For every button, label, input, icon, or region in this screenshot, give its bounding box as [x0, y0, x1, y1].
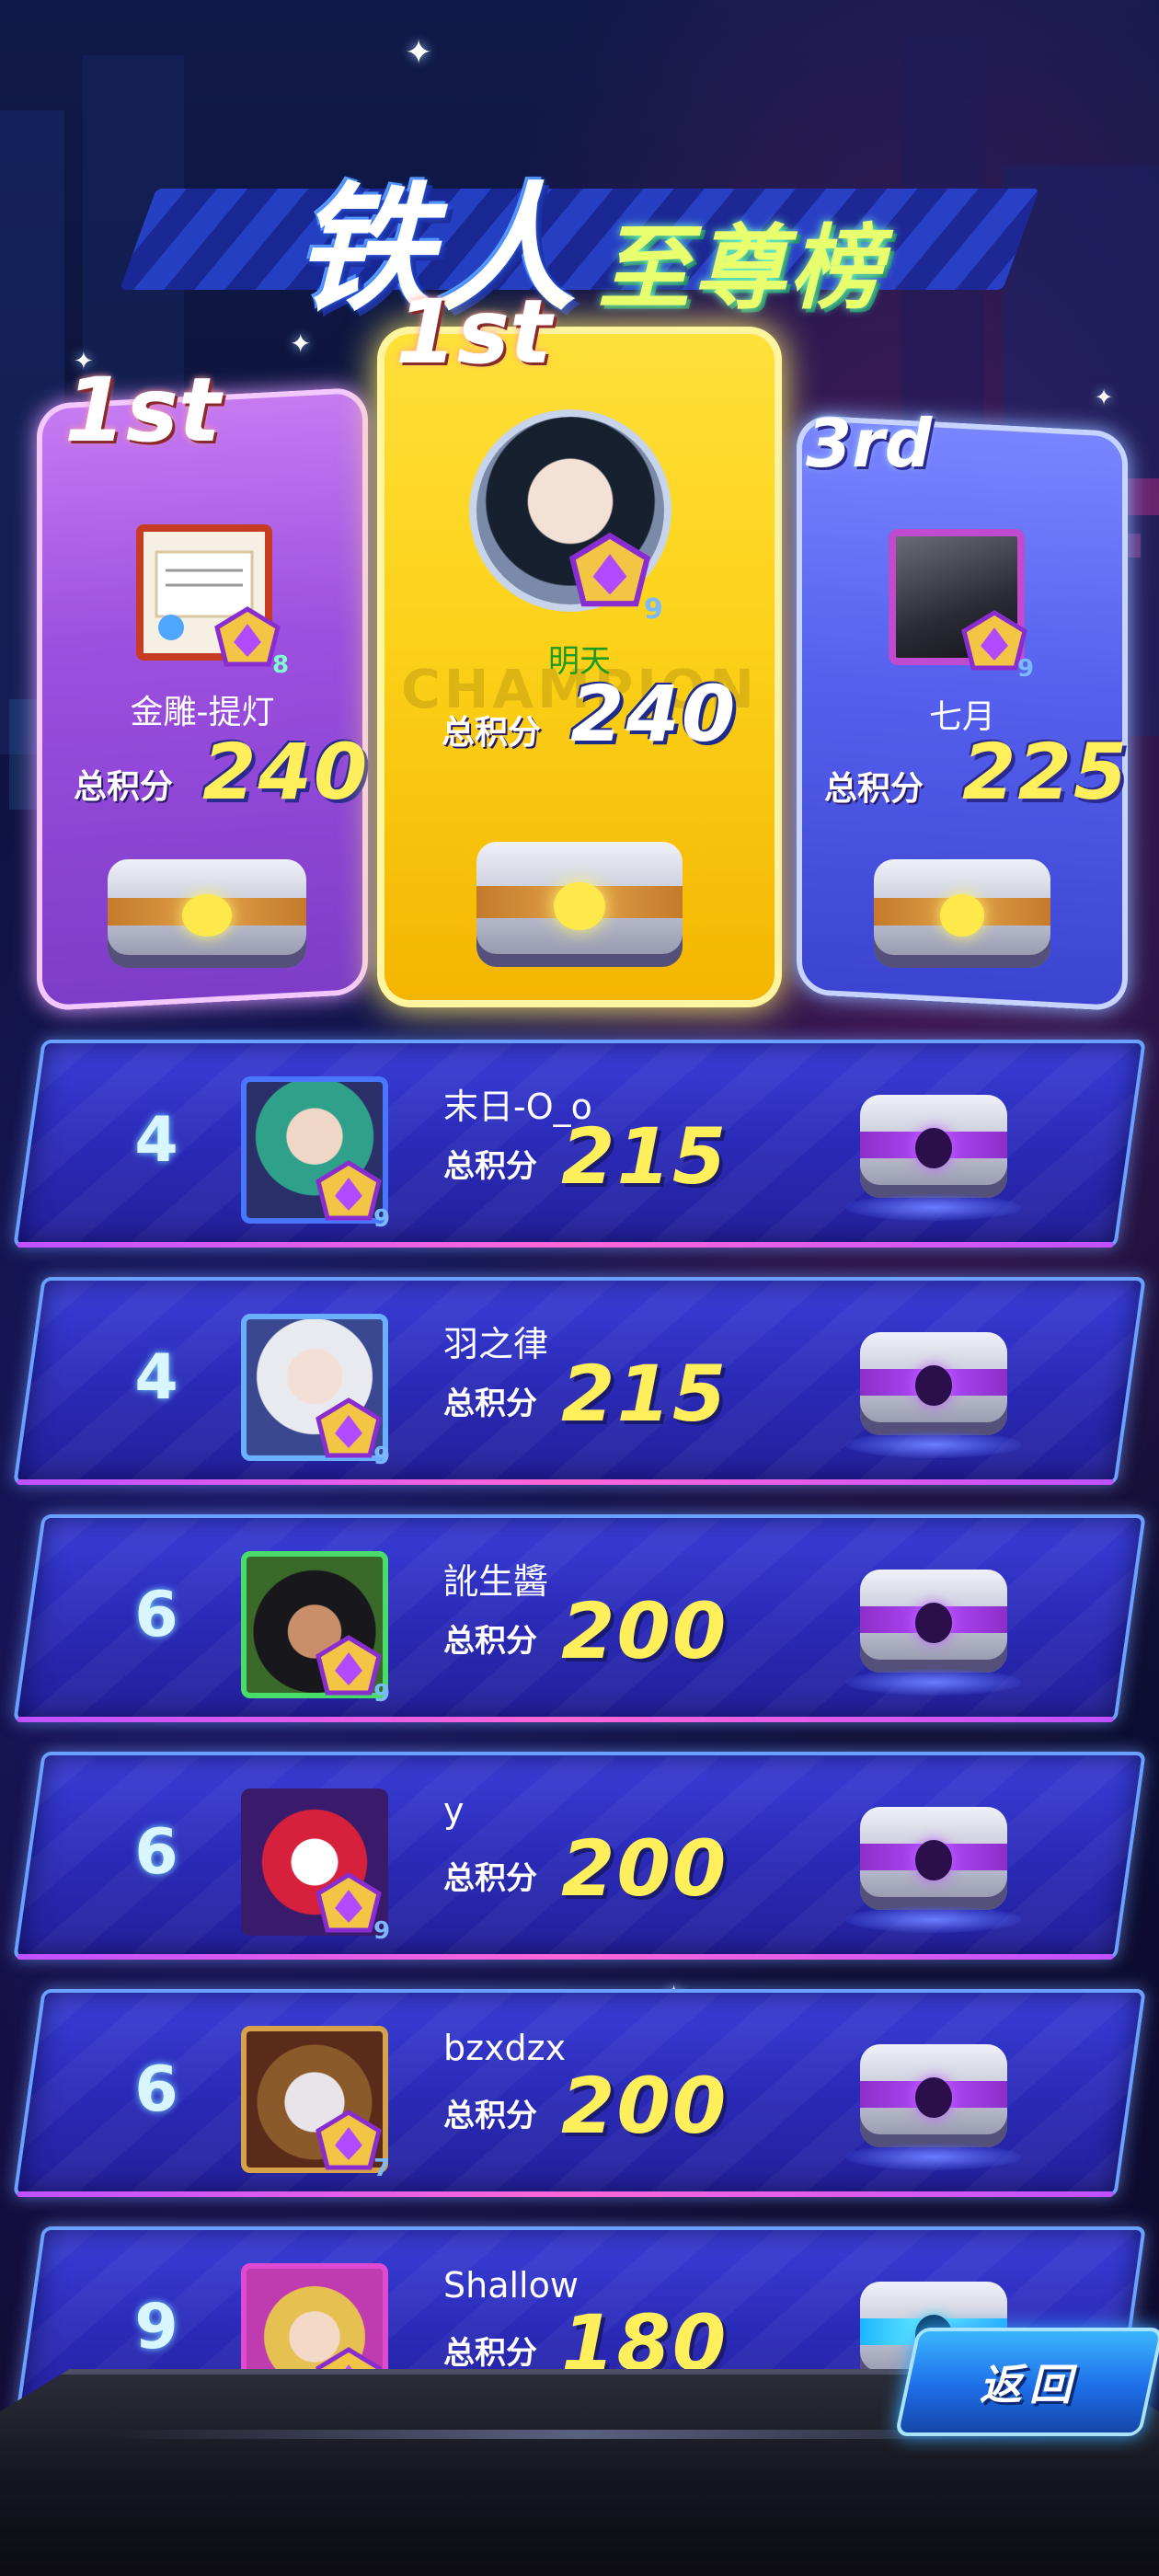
leaderboard-title: 铁人 至尊榜	[119, 138, 1040, 330]
level-number: 8	[272, 651, 290, 679]
score-label: 总积分	[824, 770, 924, 808]
rank-number: 6	[134, 1816, 178, 1889]
score-label: 总积分	[443, 2098, 537, 2134]
rank-number: 6	[134, 1579, 178, 1651]
reward-chest-icon[interactable]	[842, 1065, 1026, 1231]
level-number: 7	[373, 2155, 391, 2182]
reward-chest-icon[interactable]	[83, 828, 331, 1003]
score-label: 总积分	[443, 1148, 537, 1185]
player-name: 訛生醬	[443, 1561, 549, 1602]
title-sub-text: 至尊榜	[598, 214, 885, 322]
player-name: Shallow	[443, 2265, 579, 2306]
level-number: 9	[1017, 655, 1035, 683]
podium-card-right[interactable]: 3rd 9 七月 总积分 225	[797, 405, 1130, 1012]
score-label: 总积分	[443, 1860, 537, 1897]
sparkle-icon: ✦	[1095, 385, 1114, 410]
score-label: 总积分	[442, 714, 542, 752]
score-value: 240	[570, 669, 738, 759]
ranking-row[interactable]: 4 9 羽之律 总积分 215	[13, 1277, 1146, 1485]
level-number: 9	[373, 1443, 391, 1470]
score-label: 总积分	[443, 2335, 537, 2372]
player-name: bzxdzx	[443, 2028, 567, 2068]
score-value: 215	[561, 1349, 729, 1439]
player-name: y	[443, 1790, 465, 1831]
score-value: 200	[561, 1823, 729, 1914]
reward-chest-icon[interactable]	[451, 805, 708, 1007]
score-value: 225	[962, 727, 1130, 817]
player-name: 羽之律	[443, 1324, 549, 1364]
leaderboard-screen: ✦ ✦ ✦ ✦ ✦ ✦ 铁人 至尊榜 1st 8 金雕-提灯 总积分 240	[0, 0, 1159, 2576]
reward-chest-icon[interactable]	[852, 828, 1073, 1003]
reward-chest-icon[interactable]	[842, 1777, 1026, 1943]
level-number: 9	[373, 1205, 391, 1233]
back-button[interactable]: 返回	[894, 2328, 1159, 2436]
score-label: 总积分	[443, 1386, 537, 1422]
place-badge: 3rd	[806, 405, 933, 482]
reward-chest-icon[interactable]	[842, 1303, 1026, 1468]
podium-card-left[interactable]: 1st 8 金雕-提灯 总积分 240	[37, 359, 370, 1012]
score-value: 200	[561, 1586, 729, 1676]
score-value: 240	[202, 727, 370, 817]
back-button-label: 返回	[980, 2360, 1079, 2409]
rank-number: 4	[134, 1104, 178, 1177]
rank-number: 9	[134, 2291, 178, 2363]
reward-chest-icon[interactable]	[842, 2015, 1026, 2180]
place-badge: 1st	[64, 359, 221, 462]
rank-emblem-icon	[568, 532, 651, 607]
place-badge: 1st	[396, 281, 552, 384]
ranking-row[interactable]: 6 9 訛生醬 总积分 200	[13, 1514, 1146, 1722]
ranking-row[interactable]: 6 9 y 总积分 200	[13, 1752, 1146, 1960]
rank-number: 6	[134, 2053, 178, 2126]
score-label: 总积分	[443, 1623, 537, 1660]
level-number: 9	[644, 593, 663, 626]
score-label: 总积分	[74, 768, 174, 806]
ranking-row[interactable]: 4 9 末日-O_o 总积分 215	[13, 1040, 1146, 1248]
score-value: 215	[561, 1111, 729, 1202]
rank-number: 4	[134, 1341, 178, 1414]
podium-card-center[interactable]: CHAMPION 1st 9 明天 总积分 240	[377, 281, 782, 1007]
sparkle-icon: ✦	[405, 34, 433, 72]
score-value: 200	[561, 2061, 729, 2151]
level-number: 9	[373, 1680, 391, 1708]
level-number: 9	[373, 1917, 391, 1945]
reward-chest-icon[interactable]	[842, 1540, 1026, 1706]
ranking-row[interactable]: 6 7 bzxdzx 总积分 200	[13, 1989, 1146, 2197]
